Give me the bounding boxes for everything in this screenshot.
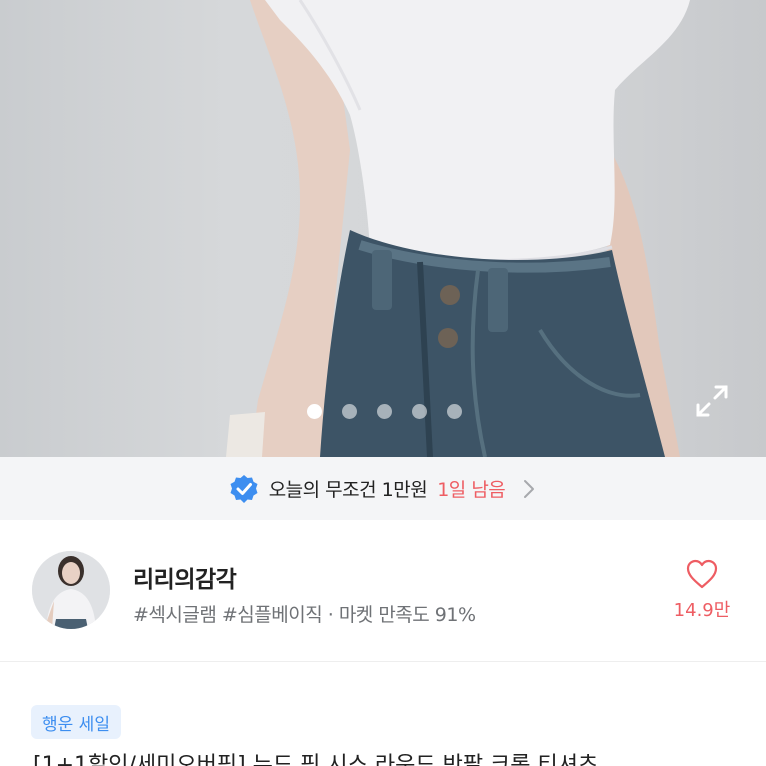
carousel-dot[interactable] xyxy=(412,404,427,419)
verified-check-icon xyxy=(230,474,258,503)
carousel-dot[interactable] xyxy=(377,404,392,419)
shop-name[interactable]: 리리의감각 xyxy=(133,560,237,594)
promo-remaining: 1일 남음 xyxy=(437,479,506,501)
lucky-sale-badge: 행운 세일 xyxy=(31,705,121,739)
avatar-photo xyxy=(32,551,110,629)
like-count: 14.9만 xyxy=(673,600,731,621)
product-title: [1+1할인/세미오버핏] 누드 핏 시스 라운드 반팔 크롭 티셔츠 xyxy=(33,753,599,766)
shop-info-section[interactable] xyxy=(0,520,766,662)
shop-avatar[interactable] xyxy=(32,551,110,629)
carousel-dots xyxy=(307,404,462,419)
shop-tags: #섹시글램 #심플베이직 · 마켓 만족도 91% xyxy=(133,604,476,626)
like-button[interactable]: 14.9만 xyxy=(660,558,744,622)
carousel-dot[interactable] xyxy=(342,404,357,419)
expand-icon[interactable] xyxy=(694,383,730,419)
carousel-dot[interactable] xyxy=(307,404,322,419)
product-image-carousel[interactable] xyxy=(0,0,766,457)
carousel-dot[interactable] xyxy=(447,404,462,419)
chevron-right-icon xyxy=(524,479,535,498)
heart-outline-icon xyxy=(686,559,718,589)
promo-label: 오늘의 무조건 1만원 xyxy=(268,479,428,501)
product-photo xyxy=(226,0,690,457)
promo-banner[interactable]: 오늘의 무조건 1만원 1일 남음 xyxy=(0,457,766,520)
